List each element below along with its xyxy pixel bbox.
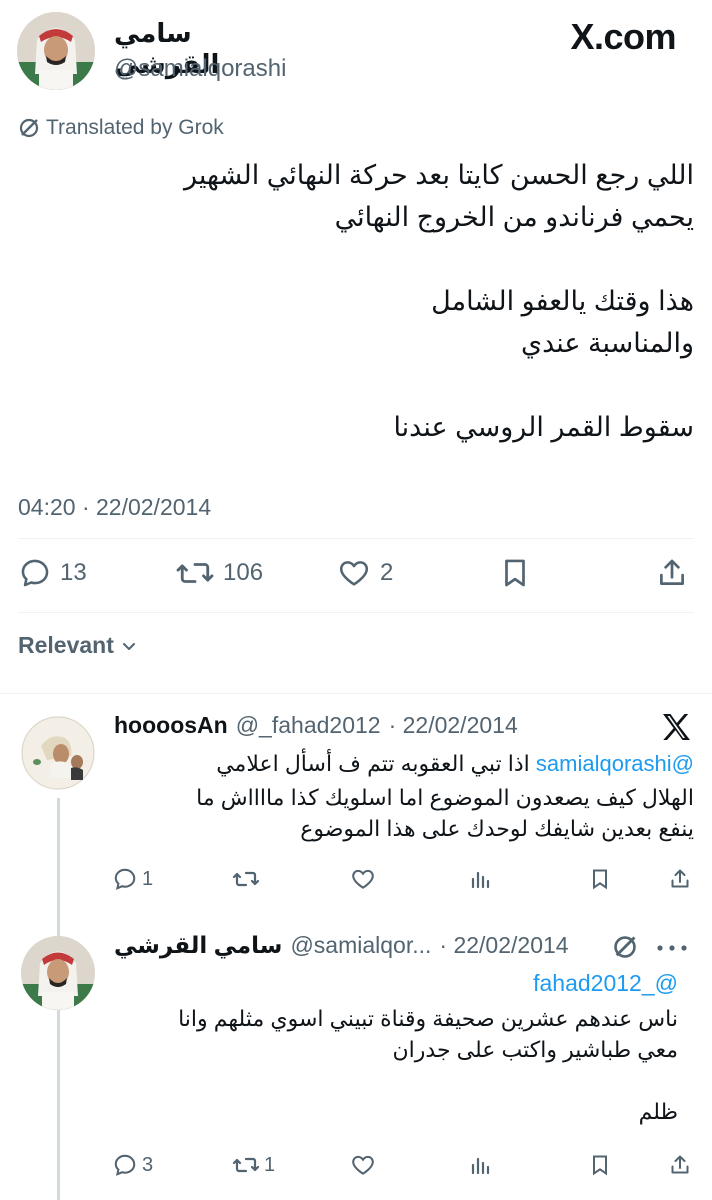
divider	[18, 612, 694, 613]
bookmark-icon	[498, 556, 532, 590]
heart-icon	[350, 866, 376, 892]
share-button[interactable]	[655, 556, 689, 590]
reply-text-first: اذا تبي العقوبه تتم ف أسأل اعلامي	[216, 751, 530, 776]
reply-views-button[interactable]	[468, 1152, 492, 1178]
reply-like-button[interactable]	[350, 1152, 380, 1178]
bookmark-button[interactable]	[498, 556, 532, 590]
reply-reply-button[interactable]: 3	[112, 1152, 153, 1178]
retweet-count: 106	[223, 559, 264, 586]
reply-mention[interactable]: @_fahad2012	[98, 968, 678, 999]
brand-logo: X.com	[570, 16, 676, 57]
reply-date[interactable]: · 22/02/2014	[439, 932, 568, 959]
reply-count: 13	[60, 559, 87, 586]
reply-date[interactable]: · 22/02/2014	[389, 712, 518, 739]
chevron-down-icon	[120, 637, 138, 655]
retweet-icon	[232, 1152, 260, 1178]
retweet-icon	[175, 556, 215, 590]
reply-text-rest: الهلال كيف يصعدون الموضوع اما اسلويك كذا…	[196, 785, 694, 841]
reply-author-name[interactable]: سامي القرشي	[114, 932, 282, 959]
bookmark-icon	[588, 1152, 612, 1178]
tweet-text: اللي رجع الحسن كايتا بعد حركة النهائي ال…	[183, 160, 694, 442]
reply-avatar[interactable]	[21, 936, 95, 1010]
reply-share-button[interactable]	[668, 1152, 692, 1178]
reply-retweet-button[interactable]	[232, 866, 264, 892]
share-icon	[655, 556, 689, 590]
grok-icon	[18, 117, 40, 139]
sort-dropdown[interactable]: Relevant	[18, 632, 138, 659]
reply-bookmark-button[interactable]	[588, 866, 612, 892]
reply-like-button[interactable]	[350, 866, 380, 892]
translated-by-grok[interactable]: Translated by Grok	[18, 116, 224, 140]
reply-text: ناس عندهم عشرين صحيفة وقناة تبيني اسوي م…	[178, 1006, 678, 1124]
divider	[18, 538, 694, 539]
tweet-timestamp[interactable]: 04:20 · 22/02/2014	[18, 494, 211, 521]
reply-reply-count: 1	[142, 867, 154, 890]
reply-header: hoooosAn @_fahad2012 · 22/02/2014	[114, 712, 518, 739]
author-handle[interactable]: @samialqorashi	[114, 55, 286, 83]
bookmark-icon	[588, 866, 612, 892]
author-avatar[interactable]	[17, 12, 95, 90]
reply-mention[interactable]: @samialqorashi	[536, 751, 694, 776]
like-count: 2	[380, 559, 394, 586]
reply-icon	[112, 1152, 138, 1178]
reply-retweet-button[interactable]: 1	[232, 1152, 275, 1178]
reply-header: سامي القرشي @samialqor... · 22/02/2014	[114, 932, 569, 959]
reply-reply-count: 3	[142, 1153, 154, 1176]
reply-avatar[interactable]	[21, 716, 95, 790]
retweet-button[interactable]: 106	[175, 556, 263, 590]
like-button[interactable]: 2	[336, 556, 393, 590]
retweet-icon	[232, 866, 260, 892]
views-icon	[468, 1152, 492, 1178]
reply-button[interactable]: 13	[18, 556, 87, 590]
reply-reply-button[interactable]: 1	[112, 866, 153, 892]
heart-icon	[350, 1152, 376, 1178]
heart-icon	[336, 556, 372, 590]
reply-text: @samialqorashi اذا تبي العقوبه تتم ف أسأ…	[114, 748, 694, 779]
x-logo-icon	[660, 712, 692, 742]
grok-icon[interactable]	[612, 934, 638, 960]
reply-icon	[112, 866, 138, 892]
reply-share-button[interactable]	[668, 866, 692, 892]
views-icon	[468, 866, 492, 892]
reply-author-handle[interactable]: @samialqor...	[290, 932, 431, 959]
reply-retweet-count: 1	[264, 1153, 276, 1176]
reply-views-button[interactable]	[468, 866, 492, 892]
share-icon	[668, 866, 692, 892]
reply-bookmark-button[interactable]	[588, 1152, 612, 1178]
reply-author-name[interactable]: hoooosAn	[114, 712, 228, 739]
sort-label: Relevant	[18, 632, 114, 658]
more-options-icon[interactable]	[654, 944, 690, 952]
translated-label: Translated by Grok	[46, 116, 224, 139]
reply-author-handle[interactable]: @_fahad2012	[236, 712, 381, 739]
reply-icon	[18, 556, 52, 590]
share-icon	[668, 1152, 692, 1178]
divider	[0, 693, 712, 694]
